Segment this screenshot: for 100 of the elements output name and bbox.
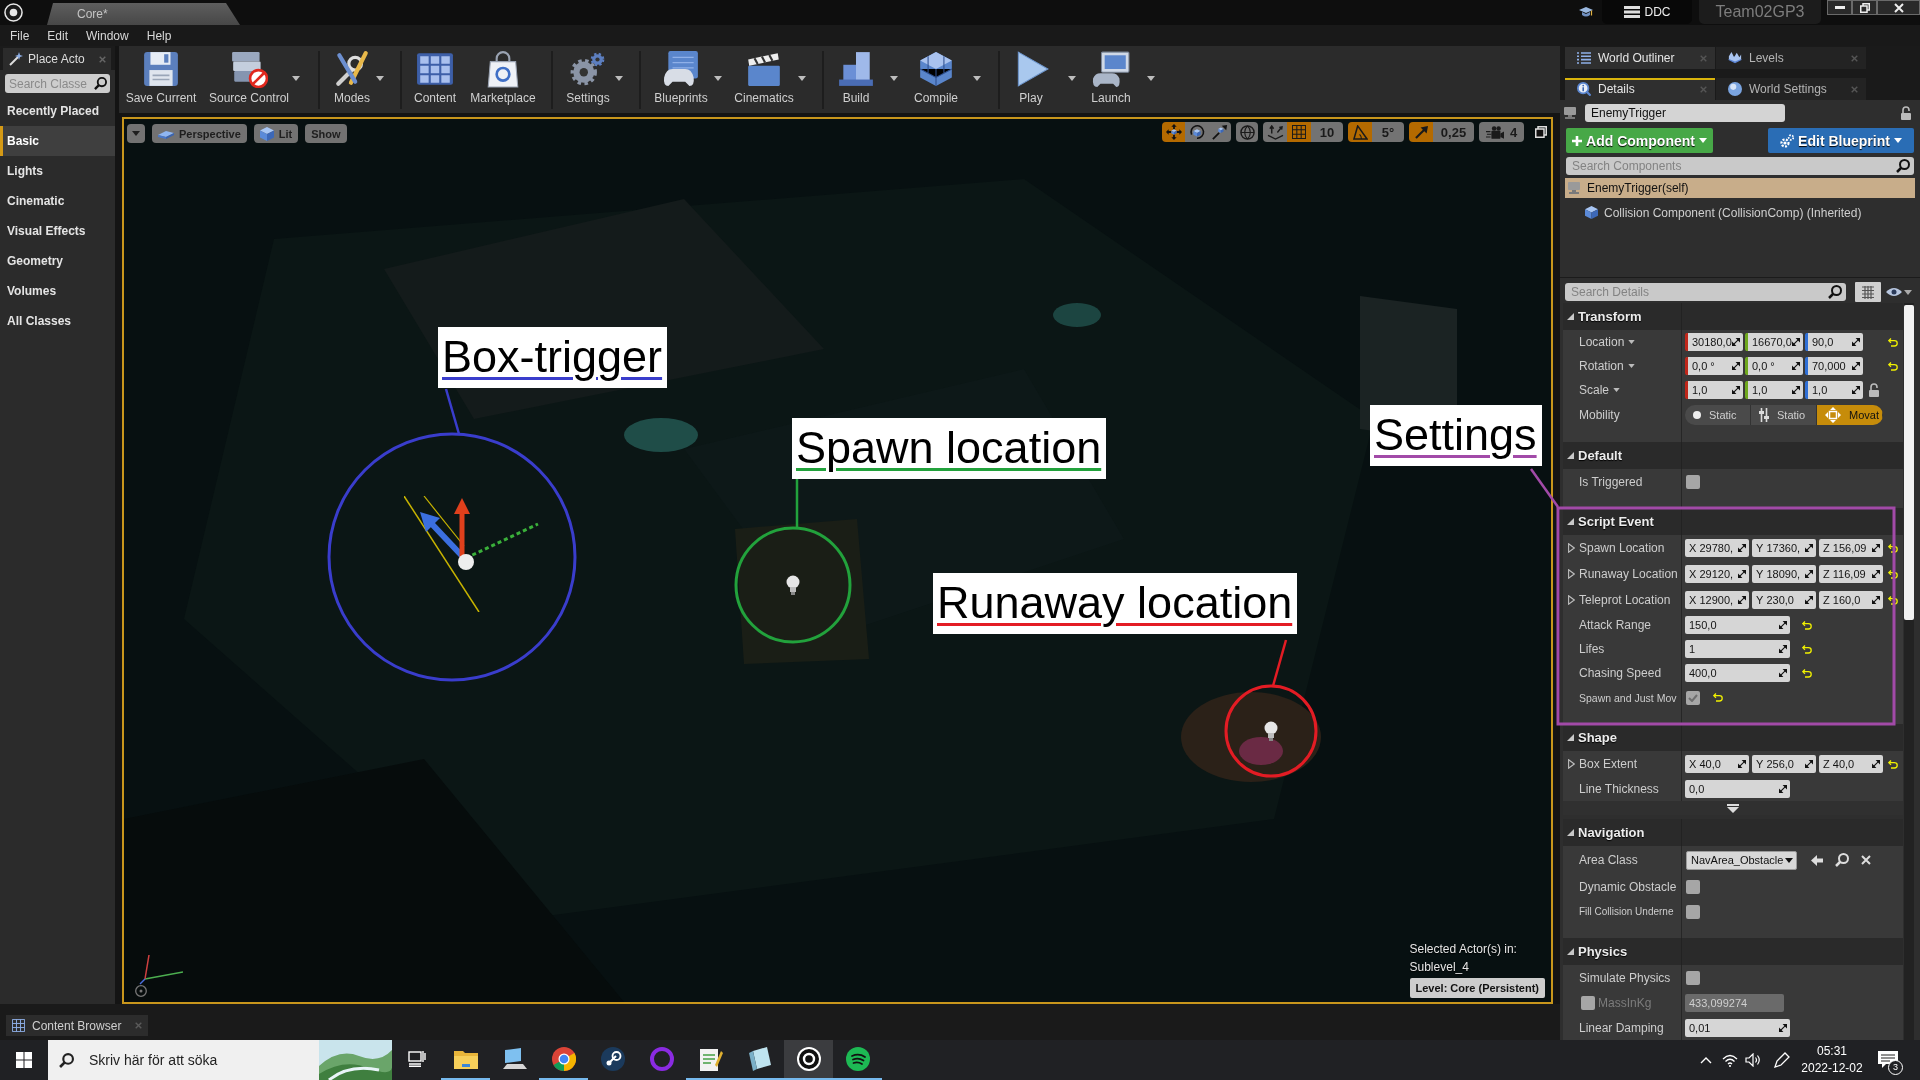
category-item[interactable]: Visual Effects [0, 216, 115, 246]
category-item[interactable]: Volumes [0, 276, 115, 306]
caret-icon[interactable] [798, 76, 806, 81]
triangle-icon[interactable] [1568, 759, 1575, 769]
panel-tab[interactable]: Levels [1716, 47, 1866, 69]
snap-toggle-button[interactable] [1263, 122, 1287, 142]
number-field[interactable]: 1 [1685, 640, 1790, 658]
edit-blueprint-button[interactable]: Edit Blueprint [1768, 128, 1914, 153]
snap-toggle-button[interactable] [1409, 122, 1433, 142]
actor-name-field[interactable]: EnemyTrigger [1585, 104, 1785, 122]
eye-icon[interactable] [1886, 287, 1902, 297]
checkbox[interactable] [1686, 690, 1700, 705]
number-field[interactable]: 400,0 [1685, 664, 1790, 682]
toolbar-button[interactable]: Content [409, 48, 461, 110]
checkbox[interactable] [1686, 970, 1700, 985]
reset-arrow-icon[interactable] [1888, 759, 1898, 769]
number-field[interactable]: X 29120, [1685, 565, 1749, 583]
number-field[interactable]: Z 116,09 [1819, 565, 1883, 583]
checkbox[interactable] [1686, 474, 1700, 489]
reset-arrow-icon[interactable] [1802, 620, 1812, 630]
category-item[interactable]: Cinematic [0, 186, 115, 216]
coordinate-space-button[interactable] [1236, 122, 1258, 142]
toolbar-button[interactable]: Modes [330, 48, 374, 110]
number-field[interactable]: Y 18090, [1752, 565, 1816, 583]
number-field[interactable]: 0,0 ° [1745, 357, 1803, 375]
search-icon[interactable] [1835, 853, 1849, 867]
category-item[interactable]: Geometry [0, 246, 115, 276]
reset-arrow-icon[interactable] [1888, 361, 1898, 371]
chevron-up-icon[interactable] [1700, 1056, 1712, 1064]
number-field[interactable]: 0,01 [1685, 1019, 1790, 1037]
reset-arrow-icon[interactable] [1802, 644, 1812, 654]
toolbar-button[interactable]: Build [831, 48, 881, 110]
caret-icon[interactable] [1147, 76, 1155, 81]
reset-arrow-icon[interactable] [1888, 569, 1898, 579]
toolbar-button[interactable]: Marketplace [469, 48, 537, 110]
panel-tab[interactable]: Place Acto [3, 48, 111, 70]
toolbar-button[interactable]: Cinematics [732, 48, 796, 110]
number-field[interactable]: Z 156,09 [1819, 539, 1883, 557]
clock-time[interactable]: 05:31 [1817, 1043, 1847, 1060]
mobility-option[interactable]: Movat [1817, 405, 1883, 425]
category-item[interactable]: Recently Placed [0, 96, 115, 126]
snap-toggle-button[interactable] [1287, 122, 1311, 142]
triangle-icon[interactable] [1568, 595, 1575, 605]
checkbox[interactable] [1686, 879, 1700, 894]
number-field[interactable]: 150,0 [1685, 616, 1790, 634]
number-field[interactable]: Y 256,0 [1752, 755, 1816, 773]
document-tab[interactable]: Core* [47, 3, 240, 25]
transform-mode-button[interactable] [1162, 122, 1185, 142]
toolbar-button[interactable]: Blueprints [650, 48, 712, 110]
wifi-icon[interactable] [1722, 1053, 1738, 1067]
caret-icon[interactable] [292, 76, 300, 81]
panel-tab[interactable]: Content Browser [6, 1015, 148, 1036]
component-row[interactable]: EnemyTrigger(self) [1565, 178, 1915, 198]
taskbar-button[interactable] [784, 1040, 833, 1080]
category-item[interactable]: Basic [0, 126, 115, 156]
checkbox[interactable] [1686, 904, 1700, 919]
number-field[interactable]: Z 160,0 [1819, 591, 1883, 609]
triangle-icon[interactable] [1568, 569, 1575, 579]
section-header[interactable]: Script Event [1563, 508, 1903, 535]
restore-button[interactable] [1852, 0, 1877, 15]
caret-icon[interactable] [973, 76, 981, 81]
toolbar-button[interactable]: Compile [910, 48, 962, 110]
minimize-button[interactable] [1827, 0, 1852, 15]
viewport-menu-button[interactable] [127, 124, 145, 143]
reset-arrow-icon[interactable] [1713, 693, 1723, 702]
section-header[interactable]: Physics [1563, 938, 1903, 965]
number-field[interactable]: X 40,0 [1685, 755, 1749, 773]
panel-tab[interactable]: World Settings [1716, 78, 1866, 100]
toolbar-button[interactable]: Launch [1086, 48, 1136, 110]
snap-toggle-button[interactable] [1348, 122, 1372, 142]
class-dropdown[interactable]: NavArea_Obstacle [1686, 850, 1797, 870]
table-view-icon[interactable] [1855, 282, 1881, 302]
help-circle-icon[interactable] [135, 985, 147, 997]
caret-icon[interactable] [1628, 340, 1636, 344]
toolbar-button[interactable]: Source Control [208, 48, 290, 110]
camera-speed-button[interactable]: 4 [1479, 122, 1524, 142]
logo-icon[interactable] [4, 3, 23, 22]
reset-arrow-icon[interactable] [1888, 543, 1898, 553]
arrow-left-icon[interactable] [1811, 854, 1823, 866]
caret-icon[interactable] [890, 76, 898, 81]
number-field[interactable]: Z 40,0 [1819, 755, 1883, 773]
number-field[interactable]: 70,000 [1805, 357, 1863, 375]
ddc-button[interactable]: DDC [1602, 0, 1692, 24]
scrollbar-thumb[interactable] [1904, 305, 1914, 620]
snap-value-button[interactable]: 0,25 [1433, 122, 1474, 142]
unlocked-padlock-icon[interactable] [1900, 106, 1912, 120]
number-field[interactable]: 1,0 [1685, 381, 1743, 399]
number-field[interactable]: X 29780, [1685, 539, 1749, 557]
number-field[interactable]: 0,0 ° [1685, 357, 1743, 375]
category-item[interactable]: All Classes [0, 306, 115, 336]
toolbar-button[interactable]: Save Current [124, 48, 198, 110]
window-panes-icon[interactable] [16, 1052, 32, 1068]
toolbar-button[interactable]: Play [1007, 48, 1055, 110]
section-header[interactable]: Transform [1563, 303, 1903, 330]
caret-icon[interactable] [376, 76, 384, 81]
number-field[interactable]: 433,099274 [1685, 994, 1784, 1012]
number-field[interactable]: 0,0 [1685, 780, 1790, 798]
notification-button[interactable]: 3 [1864, 1040, 1912, 1080]
panel-tab[interactable]: Details [1565, 78, 1715, 100]
number-field[interactable]: 1,0 [1805, 381, 1863, 399]
